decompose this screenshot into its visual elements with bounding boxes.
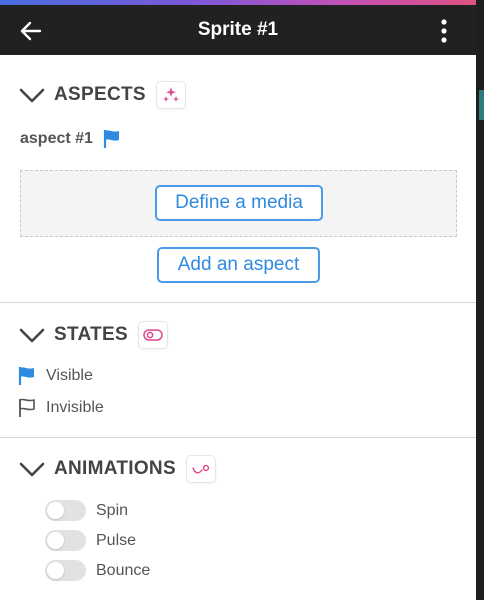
section-divider xyxy=(0,437,476,438)
window-edge-accent xyxy=(479,90,484,120)
motion-path-icon xyxy=(185,455,216,483)
aspect-item[interactable]: aspect #1 xyxy=(20,129,121,149)
panel-header: Sprite #1 xyxy=(0,5,476,55)
toggle-knob xyxy=(47,502,64,519)
states-title: STATES xyxy=(54,324,128,345)
aspect-name: aspect #1 xyxy=(20,130,93,147)
animations-title: ANIMATIONS xyxy=(54,458,176,479)
more-vertical-icon[interactable] xyxy=(432,18,456,44)
animations-section-header: ANIMATIONS xyxy=(18,454,216,484)
state-visible[interactable]: Visible xyxy=(18,366,93,386)
spin-toggle[interactable] xyxy=(45,500,86,521)
flag-outline-icon xyxy=(19,398,35,417)
chevron-down-icon[interactable] xyxy=(18,85,46,105)
toggle-knob xyxy=(47,532,64,549)
animation-bounce: Bounce xyxy=(45,560,150,581)
states-section-header: STATES xyxy=(18,320,168,350)
toggle-icon xyxy=(137,321,168,349)
state-label: Invisible xyxy=(46,399,104,416)
animation-label: Pulse xyxy=(96,531,137,549)
aspects-title: ASPECTS xyxy=(54,84,146,105)
state-invisible[interactable]: Invisible xyxy=(18,398,104,418)
page-title: Sprite #1 xyxy=(197,19,279,40)
animation-label: Bounce xyxy=(96,561,151,579)
toggle-knob xyxy=(47,562,64,579)
chevron-down-icon[interactable] xyxy=(18,459,46,479)
animation-pulse: Pulse xyxy=(45,530,136,551)
animation-label: Spin xyxy=(96,501,129,519)
aspects-section-header: ASPECTS xyxy=(18,80,186,110)
define-media-button[interactable]: Define a media xyxy=(155,185,323,221)
add-aspect-button[interactable]: Add an aspect xyxy=(157,247,320,283)
bounce-toggle[interactable] xyxy=(45,560,86,581)
pulse-toggle[interactable] xyxy=(45,530,86,551)
flag-filled-icon xyxy=(18,367,34,385)
section-divider xyxy=(0,302,476,303)
sparkle-icon xyxy=(155,81,186,109)
flag-filled-icon xyxy=(103,130,119,148)
back-arrow-icon[interactable] xyxy=(18,18,44,44)
state-label: Visible xyxy=(46,367,93,384)
animation-spin: Spin xyxy=(45,500,128,521)
chevron-down-icon[interactable] xyxy=(18,325,46,345)
